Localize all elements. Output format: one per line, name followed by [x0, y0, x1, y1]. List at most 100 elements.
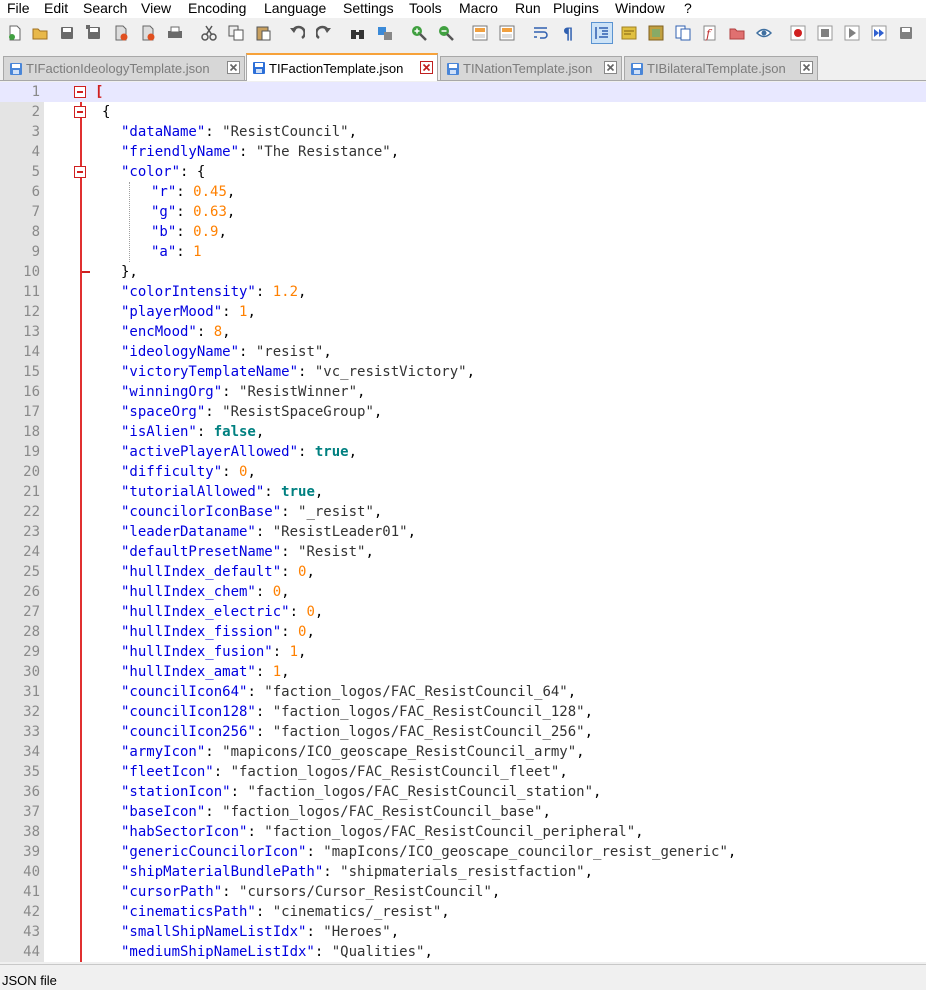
sync-horizontal-button[interactable] — [496, 22, 518, 44]
code-line[interactable]: 17 "spaceOrg": "ResistSpaceGroup", — [0, 402, 926, 422]
menu-search[interactable]: Search — [79, 0, 131, 18]
menu-plugins[interactable]: Plugins — [549, 0, 603, 18]
code-line[interactable]: 8 "b": 0.9, — [0, 222, 926, 242]
menu-language[interactable]: Language — [260, 0, 330, 18]
code-line[interactable]: 2{ — [0, 102, 926, 122]
tab-tinationtemplate[interactable]: TINationTemplate.json — [440, 56, 622, 80]
code-line[interactable]: 18 "isAlien": false, — [0, 422, 926, 442]
monitoring-eye-button[interactable] — [753, 22, 775, 44]
code-line[interactable]: 5 "color": { — [0, 162, 926, 182]
code-line[interactable]: 1[ — [0, 82, 926, 102]
code-line[interactable]: 40 "shipMaterialBundlePath": "shipmateria… — [0, 862, 926, 882]
menu-edit[interactable]: Edit — [40, 0, 72, 18]
close-tab-icon[interactable] — [604, 61, 617, 74]
paste-button[interactable] — [252, 22, 274, 44]
code-line[interactable]: 12 "playerMood": 1, — [0, 302, 926, 322]
code-line[interactable]: 38 "habSectorIcon": "faction_logos/FAC_Re… — [0, 822, 926, 842]
record-macro-button[interactable] — [787, 22, 809, 44]
zoom-in-button[interactable] — [408, 22, 430, 44]
code-line[interactable]: 13 "encMood": 8, — [0, 322, 926, 342]
menu-window[interactable]: Window — [611, 0, 669, 18]
code-line[interactable]: 24 "defaultPresetName": "Resist", — [0, 542, 926, 562]
user-language-button[interactable] — [618, 22, 640, 44]
code-line[interactable]: 37 "baseIcon": "faction_logos/FAC_ResistC… — [0, 802, 926, 822]
copy-button[interactable] — [225, 22, 247, 44]
save-button[interactable] — [56, 22, 78, 44]
close-all-button[interactable] — [137, 22, 159, 44]
code-line[interactable]: 43 "smallShipNameListIdx": "Heroes", — [0, 922, 926, 942]
cut-button[interactable] — [198, 22, 220, 44]
code-line[interactable]: 36 "stationIcon": "faction_logos/FAC_Resi… — [0, 782, 926, 802]
code-line[interactable]: 15 "victoryTemplateName": "vc_resistVicto… — [0, 362, 926, 382]
code-line[interactable]: 32 "councilIcon128": "faction_logos/FAC_R… — [0, 702, 926, 722]
code-line[interactable]: 21 "tutorialAllowed": true, — [0, 482, 926, 502]
menu-settings[interactable]: Settings — [339, 0, 398, 18]
run-macro-multiple-button[interactable] — [868, 22, 890, 44]
play-macro-button[interactable] — [841, 22, 863, 44]
code-line[interactable]: 31 "councilIcon64": "faction_logos/FAC_Re… — [0, 682, 926, 702]
fold-collapse-icon[interactable] — [74, 106, 86, 118]
document-list-button[interactable] — [672, 22, 694, 44]
fold-collapse-icon[interactable] — [74, 166, 86, 178]
code-line[interactable]: 9 "a": 1 — [0, 242, 926, 262]
menu-run[interactable]: Run — [511, 0, 545, 18]
close-file-button[interactable] — [110, 22, 132, 44]
document-map-button[interactable] — [645, 22, 667, 44]
show-all-characters-button[interactable]: ¶ — [557, 22, 579, 44]
menu-tools[interactable]: Tools — [405, 0, 446, 18]
code-line[interactable]: 3 "dataName": "ResistCouncil", — [0, 122, 926, 142]
word-wrap-button[interactable] — [530, 22, 552, 44]
find-button[interactable] — [347, 22, 369, 44]
function-list-button[interactable]: f — [699, 22, 721, 44]
close-tab-icon[interactable] — [420, 61, 433, 74]
menu-help[interactable]: ? — [680, 0, 696, 18]
code-line[interactable]: 42 "cinematicsPath": "cinematics/_resist"… — [0, 902, 926, 922]
open-folder-button[interactable] — [29, 22, 51, 44]
save-all-button[interactable] — [83, 22, 105, 44]
code-line[interactable]: 33 "councilIcon256": "faction_logos/FAC_R… — [0, 722, 926, 742]
code-line[interactable]: 25 "hullIndex_default": 0, — [0, 562, 926, 582]
code-line[interactable]: 28 "hullIndex_fission": 0, — [0, 622, 926, 642]
code-line[interactable]: 4 "friendlyName": "The Resistance", — [0, 142, 926, 162]
menu-macro[interactable]: Macro — [455, 0, 502, 18]
code-line[interactable]: 44 "mediumShipNameListIdx": "Qualities", — [0, 942, 926, 962]
fold-collapse-icon[interactable] — [74, 86, 86, 98]
undo-button[interactable] — [286, 22, 308, 44]
code-line[interactable]: 26 "hullIndex_chem": 0, — [0, 582, 926, 602]
code-line[interactable]: 16 "winningOrg": "ResistWinner", — [0, 382, 926, 402]
code-line[interactable]: 6 "r": 0.45, — [0, 182, 926, 202]
save-macro-button[interactable] — [895, 22, 917, 44]
code-line[interactable]: 30 "hullIndex_amat": 1, — [0, 662, 926, 682]
code-line[interactable]: 34 "armyIcon": "mapicons/ICO_geoscape_Res… — [0, 742, 926, 762]
code-line[interactable]: 27 "hullIndex_electric": 0, — [0, 602, 926, 622]
menu-view[interactable]: View — [137, 0, 175, 18]
replace-button[interactable] — [374, 22, 396, 44]
code-line[interactable]: 10}, — [0, 262, 926, 282]
tab-tibilateraltemplate[interactable]: TIBilateralTemplate.json — [624, 56, 818, 80]
code-line[interactable]: 39 "genericCouncilorIcon": "mapIcons/ICO_… — [0, 842, 926, 862]
code-line[interactable]: 29 "hullIndex_fusion": 1, — [0, 642, 926, 662]
code-line[interactable]: 11 "colorIntensity": 1.2, — [0, 282, 926, 302]
code-line[interactable]: 35 "fleetIcon": "faction_logos/FAC_Resist… — [0, 762, 926, 782]
new-file-button[interactable] — [4, 22, 26, 44]
code-line[interactable]: 20 "difficulty": 0, — [0, 462, 926, 482]
redo-button[interactable] — [313, 22, 335, 44]
close-tab-icon[interactable] — [800, 61, 813, 74]
code-line[interactable]: 14 "ideologyName": "resist", — [0, 342, 926, 362]
tab-tifactionideologytemplate[interactable]: TIFactionIdeologyTemplate.json — [3, 56, 245, 80]
sync-vertical-button[interactable] — [469, 22, 491, 44]
code-editor[interactable]: 1[2{3 "dataName": "ResistCouncil", 4 "frien… — [0, 82, 926, 962]
tab-tifactiontemplate[interactable]: TIFactionTemplate.json — [246, 53, 438, 81]
close-tab-icon[interactable] — [227, 61, 240, 74]
code-line[interactable]: 19 "activePlayerAllowed": true, — [0, 442, 926, 462]
indent-guide-button[interactable] — [591, 22, 613, 44]
zoom-out-button[interactable] — [435, 22, 457, 44]
code-line[interactable]: 41 "cursorPath": "cursors/Cursor_ResistCo… — [0, 882, 926, 902]
code-line[interactable]: 7 "g": 0.63, — [0, 202, 926, 222]
menu-file[interactable]: File — [3, 0, 34, 18]
code-line[interactable]: 22 "councilorIconBase": "_resist", — [0, 502, 926, 522]
code-line[interactable]: 23 "leaderDataname": "ResistLeader01", — [0, 522, 926, 542]
stop-macro-button[interactable] — [814, 22, 836, 44]
print-button[interactable] — [164, 22, 186, 44]
folder-as-workspace-button[interactable] — [726, 22, 748, 44]
